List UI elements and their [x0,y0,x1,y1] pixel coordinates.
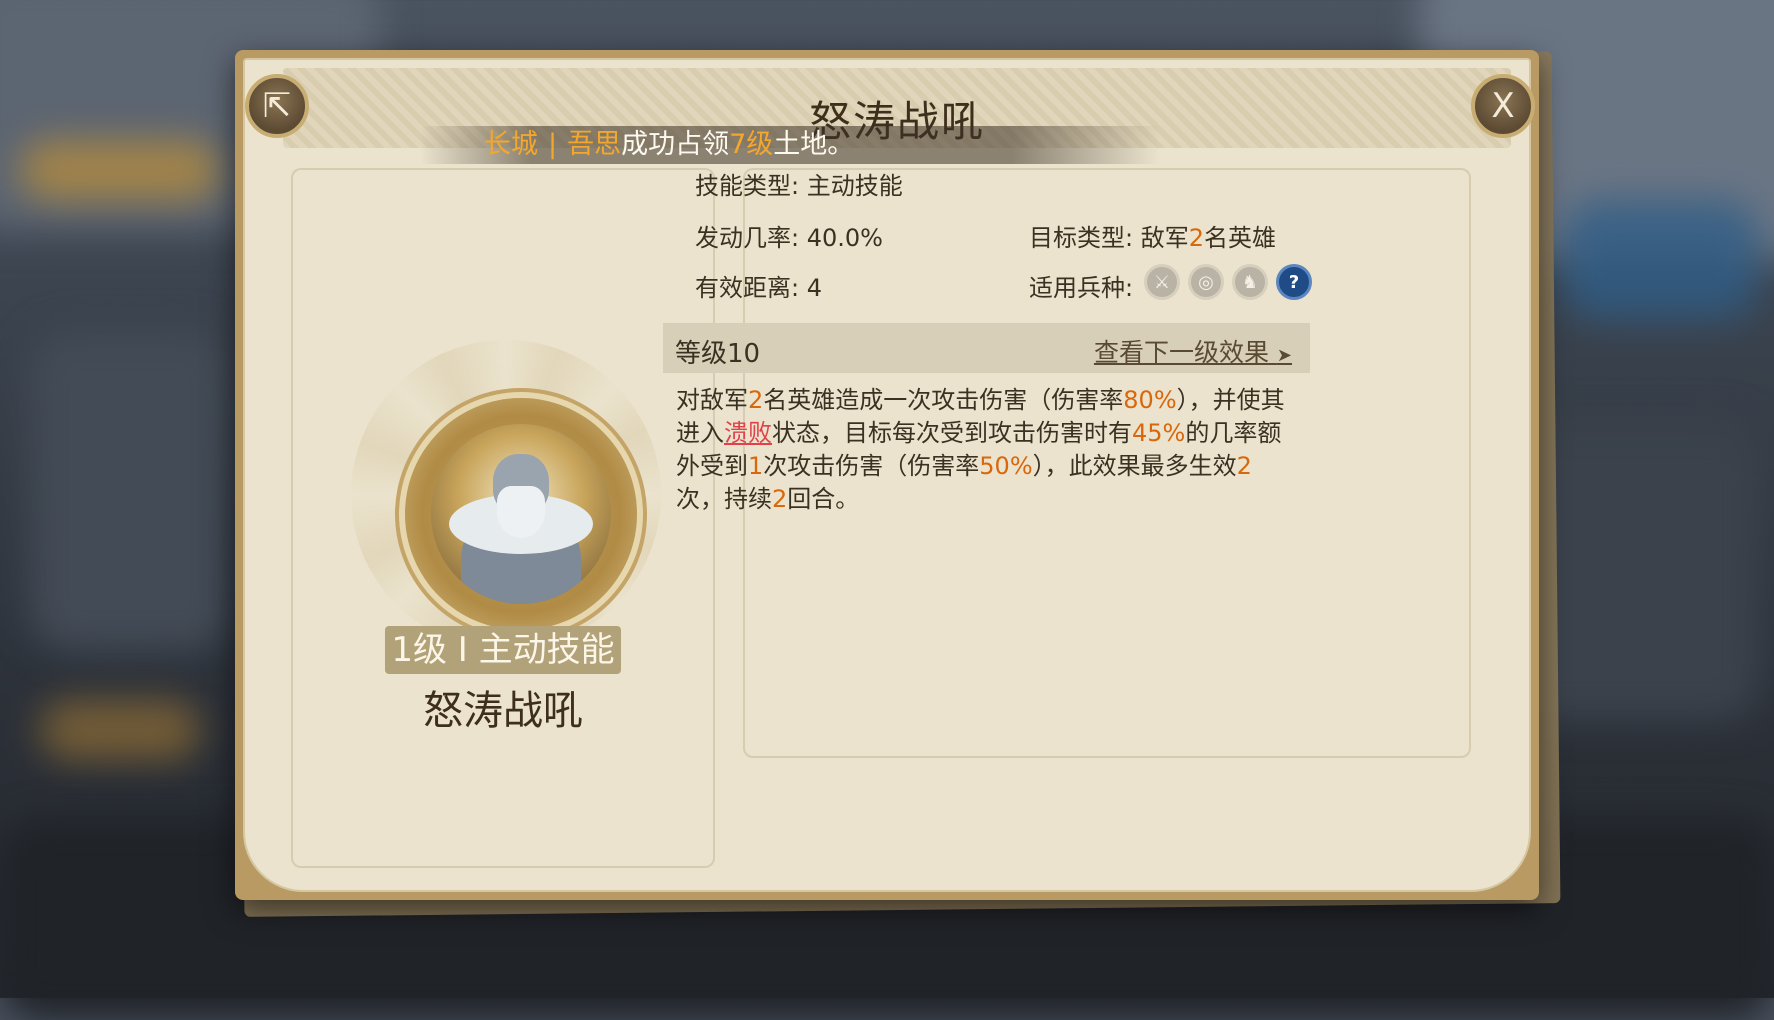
desc-number: 80% [1123,386,1177,414]
desc-number: 45% [1132,419,1186,447]
desc-text: 对敌军 [676,386,748,414]
skill-level-badge: 1级 I 主动技能 [385,626,621,674]
background-blur [1560,200,1760,320]
unknown-icon[interactable]: ? [1276,264,1312,300]
level-bar: 等级10 查看下一级效果 ➤ [663,323,1310,373]
effective-range: 有效距离: 4 [695,268,822,303]
target-type-label: 目标类型: [1029,224,1141,252]
trigger-chance: 发动几率: 40.0% [695,218,883,253]
desc-number: 2 [1236,452,1252,480]
archer-icon[interactable]: ◎ [1188,264,1224,300]
range-label: 有效距离: [695,274,807,302]
ticker-message: 长城 | 吾思成功占领7级土地。 [484,126,854,164]
trigger-chance-value: 40.0% [806,224,883,252]
target-suffix: 名英雄 [1204,224,1276,252]
ticker-text: 土地。 [773,129,855,160]
infantry-icon[interactable]: ⚔ [1144,264,1180,300]
skill-name: 怒涛战吼 [423,688,583,734]
cavalry-icon[interactable]: ♞ [1232,264,1268,300]
viking-warrior-portrait [431,424,611,604]
background-blur [20,140,220,200]
ticker-name: 吾思 [567,129,622,160]
skill-type: 技能类型: 主动技能 [695,166,903,201]
portrait-frame [405,398,637,630]
ticker-text: 成功占领 [621,129,730,160]
background-blur [30,330,230,650]
skill-level: 等级10 [675,339,761,369]
close-button[interactable]: X [1471,74,1535,138]
skill-type-label: 技能类型: [695,172,807,200]
desc-number: 2 [772,485,788,513]
target-type: 目标类型: 敌军2名英雄 [1029,218,1276,253]
ticker-separator: | [548,129,558,160]
share-button[interactable]: ⇱ [245,74,309,138]
desc-number: 1 [748,452,764,480]
desc-number: 2 [748,386,764,414]
troop-types: ⚔ ◎ ♞ ? [1144,264,1312,300]
portrait-beard [497,486,545,538]
status-link[interactable]: 溃败 [724,419,772,447]
desc-number: 50% [979,452,1033,480]
ticker-level: 7级 [729,129,774,160]
desc-text: 状态，目标每次受到攻击伤害时有 [772,419,1132,447]
skill-portrait-panel: 1级 I 主动技能 怒涛战吼 [291,168,715,868]
trigger-chance-label: 发动几率: [695,224,807,252]
desc-text: 次攻击伤害（伤害率 [763,452,980,480]
desc-text: 回合。 [787,485,860,513]
target-count: 2 [1188,224,1204,252]
background-blur [40,700,200,760]
range-value: 4 [806,274,822,302]
desc-text: 次，持续 [676,485,772,513]
troop-types-label: 适用兵种: [1029,274,1134,302]
desc-text: 名英雄造成一次攻击伤害（伤害率 [763,386,1124,414]
next-level-link[interactable]: 查看下一级效果 ➤ [1094,333,1292,369]
desc-text: ），此效果最多生效 [1032,452,1237,480]
next-level-label: 查看下一级效果 [1093,338,1269,367]
skill-type-value: 主动技能 [806,172,903,200]
ticker-player: 长城 [484,129,538,160]
skill-description: 对敌军2名英雄造成一次攻击伤害（伤害率80%），并使其进入溃败状态，目标每次受到… [676,384,1296,516]
target-prefix: 敌军 [1140,224,1189,252]
close-icon: X [1491,86,1515,126]
share-icon: ⇱ [262,86,292,126]
arrow-right-icon: ➤ [1276,345,1292,366]
